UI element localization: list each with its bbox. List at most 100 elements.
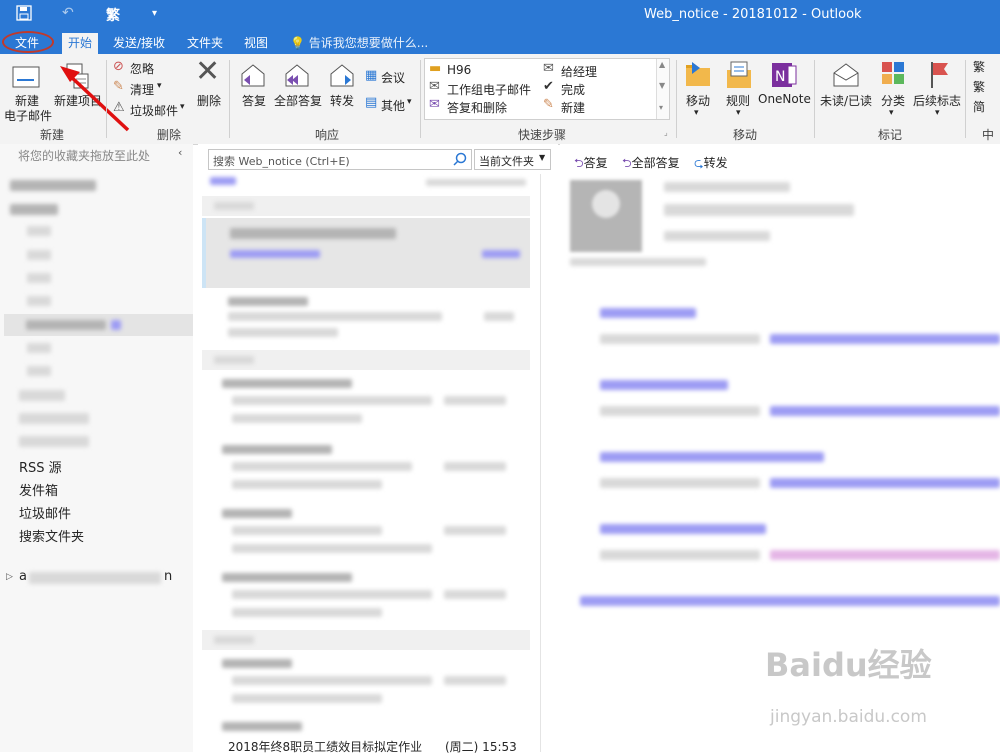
sender bbox=[228, 297, 308, 306]
dialog-launcher-icon[interactable]: ⌟ bbox=[664, 128, 668, 137]
folder-item[interactable] bbox=[27, 273, 51, 283]
categorize-button[interactable]: 分类 bbox=[881, 92, 905, 109]
body-link[interactable] bbox=[770, 478, 1000, 488]
tab-send-receive[interactable]: 发送/接收 bbox=[107, 33, 171, 54]
list-item[interactable] bbox=[202, 374, 530, 434]
search-scope-value: 当前文件夹 bbox=[479, 155, 534, 168]
list-item[interactable] bbox=[202, 440, 530, 500]
folder-item[interactable] bbox=[27, 366, 51, 376]
move-button[interactable]: 移动 bbox=[686, 92, 710, 109]
chevron-down-icon[interactable]: ▾ bbox=[407, 97, 412, 107]
folder-item[interactable] bbox=[27, 250, 51, 260]
new-email-icon bbox=[12, 66, 40, 88]
account-initial[interactable]: a bbox=[19, 569, 27, 584]
folder-search[interactable]: 搜索文件夹 bbox=[19, 526, 84, 545]
chevron-down-icon[interactable]: ▾ bbox=[935, 108, 940, 118]
group-header[interactable] bbox=[202, 350, 530, 370]
ignore-button[interactable]: 忽略 bbox=[130, 60, 154, 77]
list-item[interactable] bbox=[202, 568, 530, 628]
folder-item[interactable] bbox=[27, 343, 51, 353]
quick-step-to-manager[interactable]: 给经理 bbox=[561, 63, 597, 80]
folder-item[interactable] bbox=[27, 296, 51, 306]
onenote-button[interactable]: OneNote bbox=[758, 92, 811, 106]
save-icon[interactable] bbox=[16, 5, 32, 25]
search-scope-dropdown[interactable]: 当前文件夹 ▼ bbox=[474, 149, 551, 170]
gallery-scrollbar[interactable]: ▲ ▼ ▾ bbox=[656, 59, 669, 119]
quick-step-h96[interactable]: H96 bbox=[447, 63, 471, 77]
scroll-up-icon[interactable]: ▲ bbox=[659, 60, 665, 69]
chevron-down-icon[interactable]: ▾ bbox=[694, 108, 699, 118]
body-text bbox=[600, 406, 760, 416]
undo-icon[interactable]: ↶ bbox=[62, 5, 74, 21]
selected-folder[interactable] bbox=[4, 314, 193, 336]
cleanup-button[interactable]: 清理 bbox=[130, 81, 154, 98]
convert-simplified-to-traditional-button[interactable]: 繁 bbox=[973, 58, 985, 75]
inbox-folder[interactable] bbox=[10, 204, 58, 215]
customize-icon[interactable]: ▾ bbox=[152, 8, 157, 19]
collapse-pane-icon[interactable]: ‹ bbox=[178, 146, 182, 159]
convert-simplified-button[interactable]: 简 bbox=[973, 98, 985, 115]
last-item-subject[interactable]: 2018年终8职员工绩效目标拟定作业 bbox=[228, 738, 422, 755]
reply-button[interactable]: 答复 bbox=[242, 92, 266, 109]
folder-rss[interactable]: RSS 源 bbox=[19, 457, 62, 476]
categorize-icon bbox=[882, 62, 904, 84]
expand-icon[interactable]: ▷ bbox=[6, 572, 13, 582]
list-item[interactable] bbox=[202, 504, 530, 564]
quick-step-new[interactable]: 新建 bbox=[561, 99, 585, 116]
tab-view[interactable]: 视图 bbox=[238, 33, 274, 54]
group-header[interactable] bbox=[202, 196, 530, 216]
rules-button[interactable]: 规则 bbox=[726, 92, 750, 109]
junk-button[interactable]: 垃圾邮件 bbox=[130, 102, 178, 119]
unread-read-button[interactable]: 未读/已读 bbox=[820, 92, 872, 109]
chevron-down-icon[interactable]: ▾ bbox=[157, 81, 162, 91]
body-link[interactable] bbox=[600, 308, 696, 318]
reply-all-button[interactable]: 全部答复 bbox=[274, 92, 322, 109]
body-link[interactable] bbox=[600, 524, 766, 534]
list-item[interactable] bbox=[202, 218, 530, 288]
meeting-button[interactable]: 会议 bbox=[381, 69, 405, 86]
gallery-expand-icon[interactable]: ▾ bbox=[659, 103, 663, 112]
forward-action[interactable]: ⮎转发 bbox=[694, 154, 728, 175]
convert-traditional-button[interactable]: 繁 bbox=[106, 5, 120, 25]
list-item[interactable] bbox=[202, 292, 530, 350]
chevron-down-icon[interactable]: ▾ bbox=[736, 108, 741, 118]
tab-folder[interactable]: 文件夹 bbox=[181, 33, 229, 54]
sort-header[interactable] bbox=[426, 179, 526, 186]
forward-button[interactable]: 转发 bbox=[330, 92, 354, 109]
reply-action[interactable]: ⮌答复 bbox=[574, 154, 608, 175]
more-respond-button[interactable]: 其他 bbox=[381, 97, 405, 114]
reply-all-action[interactable]: ⮌全部答复 bbox=[622, 154, 680, 175]
tell-me-box[interactable]: 💡 告诉我您想要做什么... bbox=[284, 33, 434, 54]
chevron-down-icon[interactable]: ▾ bbox=[180, 102, 185, 112]
follow-up-button[interactable]: 后续标志 bbox=[913, 92, 961, 109]
body-link[interactable] bbox=[600, 380, 728, 390]
body-link[interactable] bbox=[600, 452, 824, 462]
folder-item[interactable] bbox=[27, 226, 51, 236]
tab-home[interactable]: 开始 bbox=[62, 33, 99, 54]
body-link[interactable] bbox=[770, 550, 1000, 560]
folder-item[interactable] bbox=[19, 413, 89, 424]
search-input[interactable]: 搜索 Web_notice (Ctrl+E) bbox=[208, 149, 472, 170]
folder-item[interactable] bbox=[19, 390, 65, 401]
chevron-down-icon[interactable]: ▾ bbox=[889, 108, 894, 118]
folder-outbox[interactable]: 发件箱 bbox=[19, 480, 58, 499]
body-link[interactable] bbox=[770, 406, 1000, 416]
body-link[interactable] bbox=[580, 596, 1000, 606]
folder-item[interactable] bbox=[19, 436, 89, 447]
delete-button[interactable]: 删除 bbox=[197, 92, 221, 109]
second-account[interactable] bbox=[29, 572, 161, 584]
scroll-down-icon[interactable]: ▼ bbox=[659, 81, 665, 90]
quick-step-done[interactable]: 完成 bbox=[561, 81, 585, 98]
folder-junk[interactable]: 垃圾邮件 bbox=[19, 503, 71, 522]
account-name[interactable] bbox=[10, 180, 96, 191]
search-icon[interactable] bbox=[453, 152, 467, 166]
quick-step-reply-delete[interactable]: 答复和删除 bbox=[447, 99, 507, 116]
quick-step-team-email[interactable]: 工作组电子邮件 bbox=[447, 81, 531, 98]
filter-all-tab[interactable] bbox=[210, 177, 236, 185]
list-item[interactable] bbox=[202, 654, 530, 714]
list-scrollbar[interactable] bbox=[540, 174, 553, 752]
convert-traditional-button[interactable]: 繁 bbox=[973, 78, 985, 95]
body-link[interactable] bbox=[770, 334, 1000, 344]
account-suffix[interactable]: n bbox=[164, 569, 172, 584]
group-header[interactable] bbox=[202, 630, 530, 650]
